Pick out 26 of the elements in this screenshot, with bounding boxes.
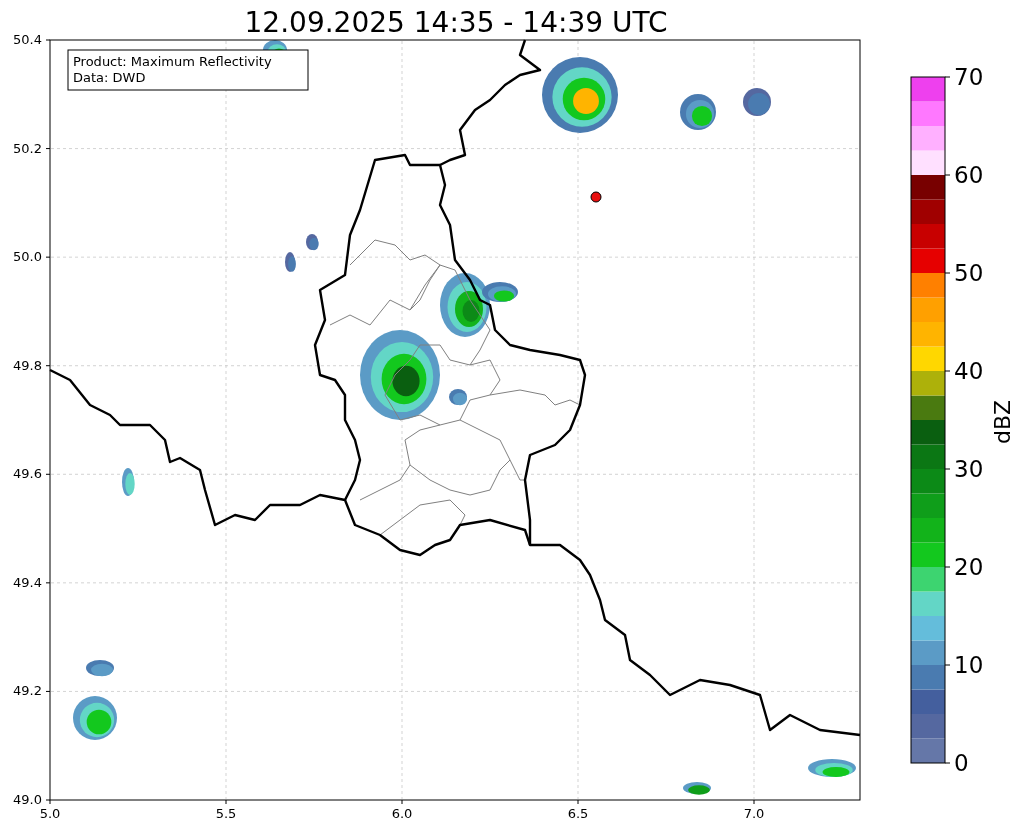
colorbar-tick-label: 30 (954, 456, 984, 482)
x-axis-tick-label: 5.0 (39, 806, 61, 821)
colorbar-tick-label: 70 (954, 64, 984, 90)
colorbar-tick-label: 40 (954, 358, 984, 384)
y-axis-tick-label: 49.4 (13, 574, 42, 590)
x-axis-tick-label: 5.5 (215, 806, 237, 821)
info-text: Data: DWD (73, 70, 146, 85)
info-text: Product: Maximum Reflectivity (73, 54, 272, 69)
y-axis-tick-label: 50.4 (13, 32, 42, 47)
colorbar-label: dBZ (990, 399, 1015, 445)
x-axis-tick-label: 7.0 (743, 806, 765, 821)
y-axis-tick-label: 50.0 (13, 249, 42, 265)
x-axis-tick-label: 6.5 (567, 806, 589, 821)
colorbar-tick-label: 60 (954, 162, 984, 188)
colorbar-tick-label: 0 (954, 750, 969, 776)
y-axis-tick-label: 49.2 (13, 683, 42, 699)
x-axis-tick-label: 6.0 (391, 806, 413, 821)
y-axis-tick-label: 49.8 (13, 357, 42, 373)
colorbar-tick-label: 50 (954, 260, 984, 286)
location-marker-icon (590, 191, 602, 203)
y-axis-tick-label: 49.0 (13, 792, 42, 807)
colorbar-tick-label: 20 (954, 554, 984, 580)
colorbar-tick-label: 10 (954, 652, 984, 678)
y-axis-tick-label: 49.6 (13, 466, 42, 482)
chart-title: 12.09.2025 14:35 - 14:39 UTC (244, 6, 668, 39)
y-axis-tick-label: 50.2 (13, 140, 42, 156)
